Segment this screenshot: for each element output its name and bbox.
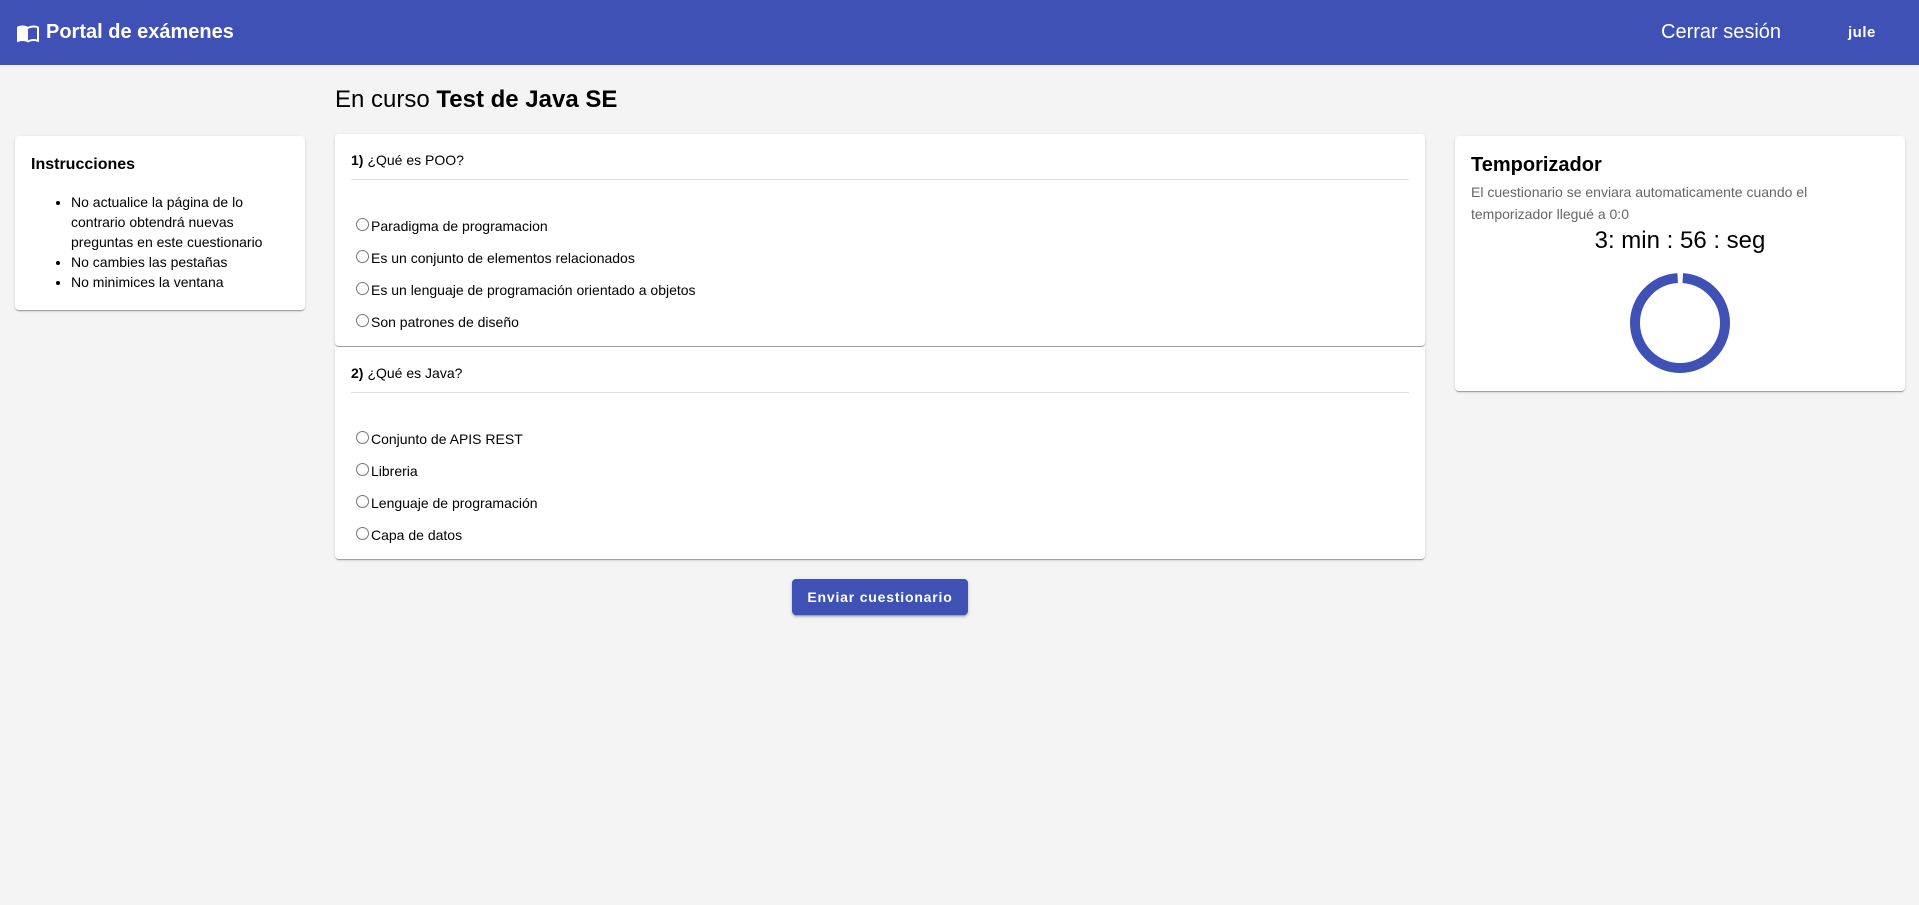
timer-display: 3: min : 56 : seg [1594,227,1766,254]
brand[interactable]: Portal de exámenes [16,0,234,65]
top-toolbar: Portal de exámenes Cerrar sesión jule [0,0,1919,65]
instructions-title: Instrucciones [31,156,136,173]
options-list: Paradigma de programacion Es un conjunto… [351,210,1409,338]
radio-button[interactable] [356,249,369,263]
title-prefix: En curso [335,86,430,113]
question-text: ¿Qué es POO? [367,152,464,168]
brand-title: Portal de exámenes [46,21,234,43]
option-label: Son patrones de diseño [371,314,519,330]
answer-option[interactable]: Son patrones de diseño [351,306,1409,338]
timer-card: Temporizador El cuestionario se enviara … [1455,136,1905,391]
answer-option[interactable]: Capa de datos [351,519,1409,551]
radio-button[interactable] [356,313,369,327]
question-header: 1) ¿Qué es POO? [351,150,1409,180]
answer-option[interactable]: Es un conjunto de elementos relacionados [351,242,1409,274]
answer-option[interactable]: Es un lenguaje de programación orientado… [351,274,1409,306]
question-header: 2) ¿Qué es Java? [351,363,1409,393]
answer-option[interactable]: Libreria [351,455,1409,487]
instructions-card: Instrucciones No actualice la página de … [15,136,305,310]
instruction-item: No minimices la ventana [71,272,289,292]
timer-progress-arc [1630,273,1730,373]
page-title: En curso Test de Java SE [335,86,617,114]
option-label: Capa de datos [371,527,463,543]
timer-progress-spinner [1630,273,1730,373]
submit-quiz-button[interactable]: Enviar cuestionario [792,579,968,615]
question-text: ¿Qué es Java? [367,365,463,381]
instructions-list: No actualice la página de lo contrario o… [31,192,289,292]
radio-button[interactable] [356,217,369,231]
option-label: Lenguaje de programación [371,495,538,511]
question-card: 2) ¿Qué es Java? Conjunto de APIS REST L… [335,347,1425,559]
question-number: 1) [351,152,364,168]
instruction-item: No actualice la página de lo contrario o… [71,192,289,252]
radio-button[interactable] [356,281,369,295]
radio-button[interactable] [356,494,369,508]
question-number: 2) [351,365,364,381]
option-label: Libreria [371,463,418,479]
logout-link[interactable]: Cerrar sesión [1661,0,1781,65]
timer-title: Temporizador [1471,154,1602,176]
radio-button[interactable] [356,430,369,444]
timer-description: El cuestionario se enviara automaticamen… [1471,184,1808,222]
answer-option[interactable]: Lenguaje de programación [351,487,1409,519]
option-label: Es un lenguaje de programación orientado… [371,282,696,298]
options-list: Conjunto de APIS REST Libreria Lenguaje … [351,423,1409,551]
answer-option[interactable]: Conjunto de APIS REST [351,423,1409,455]
radio-button[interactable] [356,526,369,540]
user-menu[interactable]: jule [1848,0,1876,65]
exam-name: Test de Java SE [436,86,618,113]
book-open-icon [16,21,40,45]
instruction-item: No cambies las pestañas [71,252,289,272]
question-card: 1) ¿Qué es POO? Paradigma de programacio… [335,134,1425,346]
option-label: Paradigma de programacion [371,218,548,234]
option-label: Conjunto de APIS REST [371,431,523,447]
option-label: Es un conjunto de elementos relacionados [371,250,635,266]
radio-button[interactable] [356,462,369,476]
answer-option[interactable]: Paradigma de programacion [351,210,1409,242]
